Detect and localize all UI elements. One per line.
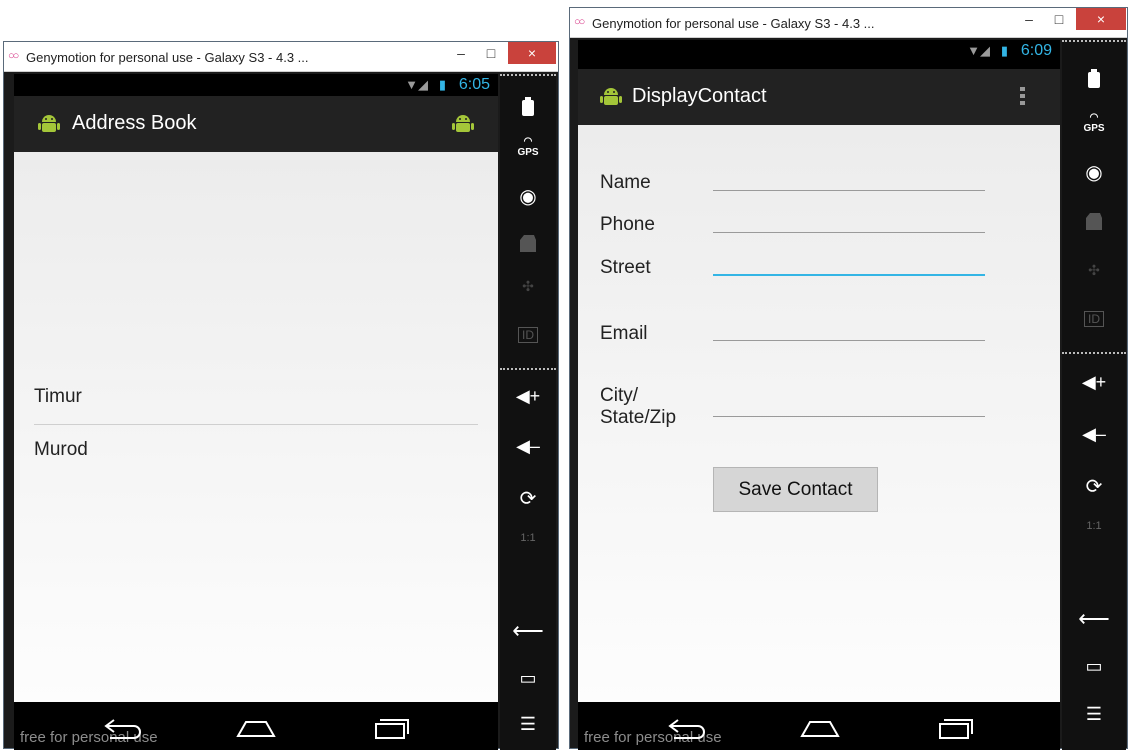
status-clock: 6:09 — [1020, 42, 1052, 59]
rotate-icon[interactable]: ⟳ — [1062, 474, 1126, 499]
wifi-signal-icon: ◠ — [523, 136, 533, 147]
close-button[interactable]: × — [508, 42, 556, 64]
battery-icon[interactable] — [1062, 68, 1126, 90]
id-icon[interactable]: ID — [500, 327, 556, 343]
camera-icon[interactable] — [1062, 212, 1126, 232]
menu-icon[interactable]: ☰ — [1062, 704, 1126, 725]
status-bar: ▼◢ ▮ 6:05 — [14, 74, 498, 96]
city-state-zip-label-line1: City/ — [600, 385, 638, 406]
android-icon[interactable] — [600, 85, 622, 107]
volume-down-icon[interactable]: ◀– — [1062, 424, 1126, 445]
back-icon[interactable] — [664, 716, 708, 740]
back-icon[interactable]: ⟵ — [1062, 606, 1126, 632]
window-title: Genymotion for personal use - Galaxy S3 … — [592, 16, 875, 31]
action-bar: Address Book — [14, 96, 498, 152]
app-title: Address Book — [72, 112, 197, 134]
sidebar-dots-middle — [1062, 352, 1126, 354]
volume-down-icon[interactable]: ◀– — [500, 436, 556, 457]
home-icon[interactable] — [798, 716, 842, 740]
back-icon[interactable] — [100, 716, 144, 740]
gps-icon[interactable]: ◠ GPS — [1062, 112, 1126, 134]
dpad-icon[interactable]: ✣ — [500, 278, 556, 295]
battery-status-icon: ▮ — [438, 77, 446, 92]
dpad-icon[interactable]: ✣ — [1062, 262, 1126, 279]
contact-form: Name Phone Street Email City/ State/Zip … — [578, 125, 1060, 702]
home-icon[interactable] — [234, 716, 278, 740]
genymotion-window-left: ○○ Genymotion for personal use - Galaxy … — [3, 41, 559, 750]
genymotion-sidebar: ◠ GPS ◉ ✣ ID ◀+ ◀– ⟳ 1:1 ⟵ ▭ ☰ — [1062, 40, 1126, 750]
maximize-button[interactable]: □ — [480, 42, 502, 64]
id-icon[interactable]: ID — [1062, 311, 1126, 327]
back-icon[interactable]: ⟵ — [500, 618, 556, 644]
action-bar: DisplayContact — [578, 69, 1060, 125]
navigation-bar: free for personal use — [14, 702, 498, 750]
scale-label: 1:1 — [520, 532, 536, 544]
wifi-icon: ▼◢ — [967, 43, 990, 58]
wifi-signal-icon: ◠ — [1089, 112, 1099, 123]
scale-label: 1:1 — [1086, 520, 1102, 532]
status-bar: ▼◢ ▮ 6:09 — [578, 40, 1060, 62]
genymotion-window-right: ○○ Genymotion for personal use - Galaxy … — [569, 7, 1128, 750]
list-divider — [34, 424, 478, 425]
webcam-icon[interactable]: ◉ — [1062, 160, 1126, 185]
volume-up-icon[interactable]: ◀+ — [1062, 372, 1126, 393]
name-field[interactable] — [713, 169, 985, 191]
battery-status-icon: ▮ — [1000, 43, 1008, 58]
webcam-icon[interactable]: ◉ — [500, 184, 556, 209]
app-title: DisplayContact — [632, 85, 767, 107]
battery-icon[interactable] — [500, 96, 556, 118]
sidebar-dots-top — [1062, 40, 1126, 42]
phone-label: Phone — [600, 214, 655, 235]
city-state-zip-field[interactable] — [713, 395, 985, 417]
minimize-button[interactable]: – — [1018, 8, 1040, 30]
phone-field[interactable] — [713, 211, 985, 233]
rotate-icon[interactable]: ⟳ — [500, 486, 556, 511]
wifi-icon: ▼◢ — [405, 77, 428, 92]
name-label: Name — [600, 172, 651, 193]
device-screen: ▼◢ ▮ 6:09 DisplayContact Name Phone Stre… — [578, 40, 1060, 750]
maximize-button[interactable]: □ — [1048, 8, 1070, 30]
home-icon[interactable]: ▭ — [500, 668, 556, 689]
window-titlebar[interactable]: ○○ Genymotion for personal use - Galaxy … — [570, 8, 1127, 38]
android-action-icon[interactable] — [452, 112, 474, 134]
sidebar-dots-middle — [500, 368, 556, 370]
scale-icon[interactable]: 1:1 — [1062, 520, 1126, 532]
list-item[interactable]: Murod — [34, 439, 478, 461]
sidebar-dots-top — [500, 74, 556, 76]
genymotion-sidebar: ◠ GPS ◉ ✣ ID ◀+ ◀– ⟳ 1:1 ⟵ ▭ ☰ — [500, 74, 556, 750]
scale-icon[interactable]: 1:1 — [500, 532, 556, 544]
recents-icon[interactable] — [934, 716, 978, 740]
city-state-zip-label-line2: State/Zip — [600, 407, 677, 428]
contact-list: Timur Murod — [14, 152, 498, 702]
window-titlebar[interactable]: ○○ Genymotion for personal use - Galaxy … — [4, 42, 558, 72]
close-button[interactable]: × — [1076, 8, 1126, 30]
menu-icon[interactable]: ☰ — [500, 714, 556, 735]
gps-icon[interactable]: ◠ GPS — [500, 136, 556, 158]
device-screen: ▼◢ ▮ 6:05 Address Book Timur Murod free … — [14, 74, 498, 750]
save-contact-button[interactable]: Save Contact — [713, 467, 878, 512]
recents-icon[interactable] — [370, 716, 414, 740]
email-label: Email — [600, 323, 648, 344]
street-field[interactable] — [713, 254, 985, 276]
gps-label: GPS — [517, 147, 539, 158]
home-icon[interactable]: ▭ — [1062, 656, 1126, 677]
gps-label: GPS — [1083, 123, 1105, 134]
genymotion-logo-icon: ○○ — [8, 50, 19, 62]
camera-icon[interactable] — [500, 234, 556, 254]
street-label: Street — [600, 257, 651, 278]
android-icon[interactable] — [38, 112, 60, 134]
volume-up-icon[interactable]: ◀+ — [500, 386, 556, 407]
window-title: Genymotion for personal use - Galaxy S3 … — [26, 50, 309, 65]
overflow-menu-icon[interactable] — [1012, 85, 1034, 107]
navigation-bar: free for personal use — [578, 702, 1060, 750]
genymotion-logo-icon: ○○ — [574, 16, 585, 28]
email-field[interactable] — [713, 319, 985, 341]
list-item[interactable]: Timur — [34, 386, 478, 408]
status-clock: 6:05 — [458, 76, 490, 93]
minimize-button[interactable]: – — [450, 42, 472, 64]
